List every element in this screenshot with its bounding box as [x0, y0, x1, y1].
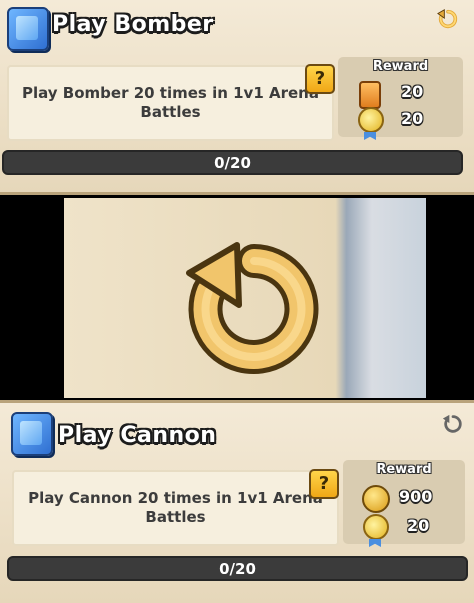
reward-value: 900 — [399, 487, 433, 506]
refresh-icon[interactable] — [442, 413, 464, 435]
reward-panel: Reward 900 20 — [343, 460, 465, 544]
quest-title: Play Cannon — [58, 423, 217, 448]
book-icon — [11, 412, 53, 456]
quest-description: Play Cannon 20 times in 1v1 Arena Battle… — [28, 489, 323, 526]
reward-value: 20 — [401, 109, 424, 128]
progress-text: 0/20 — [214, 153, 251, 172]
zoomed-refresh-panel — [64, 198, 426, 398]
reward-panel: Reward 20 20 — [338, 57, 463, 137]
description-panel: Play Cannon 20 times in 1v1 Arena Battle… — [12, 470, 339, 546]
quest-title: Play Bomber — [52, 12, 214, 37]
progress-text: 0/20 — [219, 559, 256, 578]
progress-bar: 0/20 — [7, 556, 468, 581]
progress-bar: 0/20 — [2, 150, 463, 175]
book-icon — [7, 7, 49, 51]
refresh-arrow-icon[interactable] — [179, 233, 329, 378]
reward-label: Reward — [372, 59, 429, 74]
quest-description: Play Bomber 20 times in 1v1 Arena Battle… — [22, 84, 319, 121]
quest-card-bomber: Play Bomber Play Bomber 20 times in 1v1 … — [0, 0, 474, 195]
reward-label: Reward — [376, 462, 432, 477]
help-button[interactable]: ? — [309, 469, 339, 499]
help-button[interactable]: ? — [305, 64, 335, 94]
medal-icon — [358, 107, 384, 133]
medal-icon — [363, 514, 389, 540]
refresh-icon[interactable] — [437, 8, 459, 30]
gold-coin-icon — [362, 485, 390, 513]
reward-value: 20 — [407, 516, 430, 535]
description-panel: Play Bomber 20 times in 1v1 Arena Battle… — [7, 65, 334, 141]
card-icon — [359, 81, 381, 109]
quest-card-cannon: Play Cannon Play Cannon 20 times in 1v1 … — [0, 400, 474, 603]
reward-value: 20 — [401, 82, 424, 101]
